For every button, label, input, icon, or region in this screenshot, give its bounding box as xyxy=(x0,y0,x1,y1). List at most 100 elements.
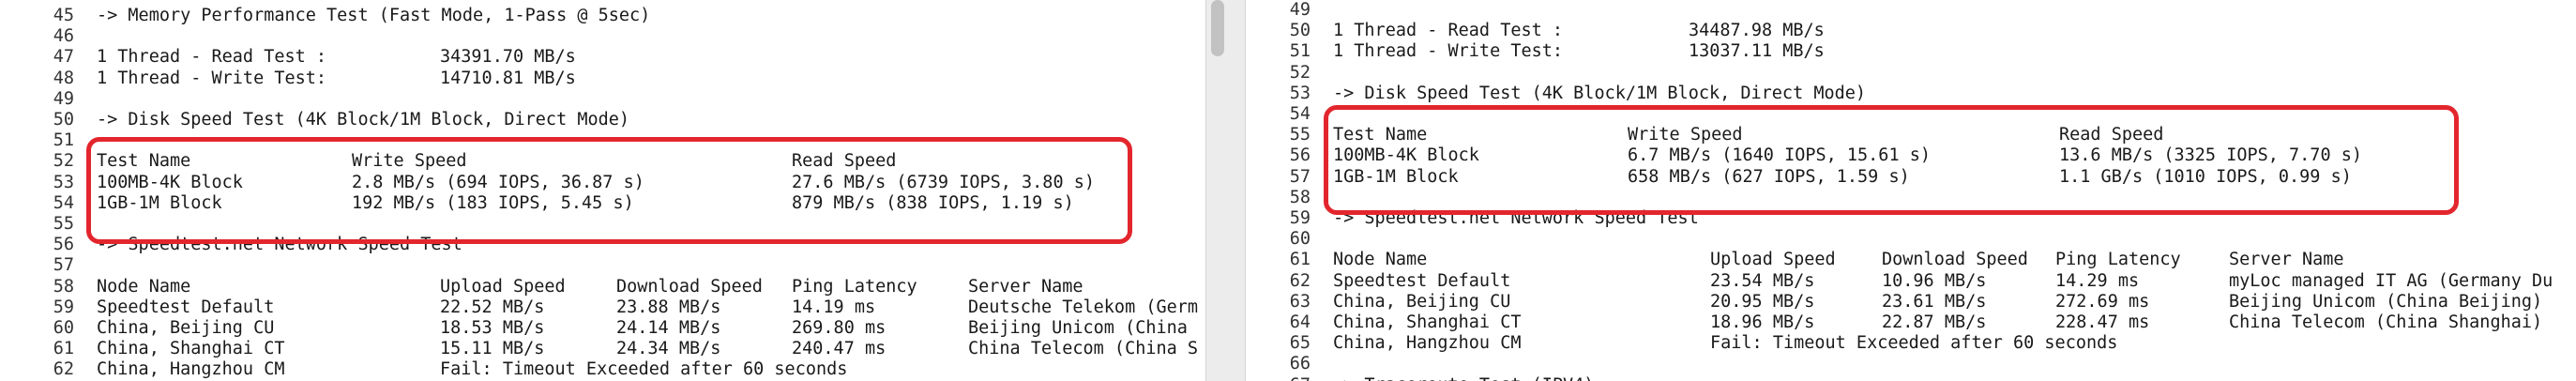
code-line: 66 xyxy=(1246,354,2576,374)
code-line: 51 xyxy=(0,130,1205,151)
code-cell: 6.7 MB/s (1640 IOPS, 15.61 s) xyxy=(1628,145,1932,166)
code-line: 62 China, Hangzhou CM Fail: Timeout Exceed… xyxy=(0,359,1205,380)
code-line: 45 -> Memory Performance Test (Fast Mode,… xyxy=(0,6,1205,26)
code-cell: 658 MB/s (627 IOPS, 1.59 s) xyxy=(1628,166,1910,187)
pane-divider[interactable] xyxy=(1205,0,1246,381)
line-number: 49 xyxy=(53,88,74,109)
code-cell: Node Name xyxy=(1333,250,1428,270)
code-line: 53 -> Disk Speed Test (4K Block/1M Block,… xyxy=(1246,84,2576,104)
code-cell: Test Name xyxy=(1333,125,1428,145)
line-number: 67 xyxy=(1246,375,1311,381)
line-number: 59 xyxy=(53,297,74,317)
line-number: 55 xyxy=(1289,125,1311,145)
line-number: 55 xyxy=(53,214,74,234)
code-line: 58 xyxy=(1246,188,2576,208)
code-line: 61 Node Name Upload Speed Download Speed Pin… xyxy=(1246,250,2576,270)
code-line: 47 1 Thread - Read Test : 34391.70 MB/s xyxy=(0,47,1205,68)
code-line: 56 100MB-4K Block 6.7 MB/s (1640 IOPS, 15.… xyxy=(1246,145,2576,166)
code-cell: 22.87 MB/s xyxy=(1882,312,1987,332)
code-cell: 18.96 MB/s xyxy=(1710,312,1815,332)
code-line: 62 Speedtest Default 23.54 MB/s 10.96 MB/s 1… xyxy=(1246,271,2576,292)
code-line: 54 xyxy=(1246,104,2576,125)
code-cell: China Telecom (China S xyxy=(968,339,1199,359)
code-cell: China, Hangzhou CM xyxy=(1333,333,1522,354)
line-number: 53 xyxy=(1289,83,1311,103)
right-editor-pane[interactable]: 49 50 1 Thread - Read Test :34487.98 MB/s 5… xyxy=(1246,0,2576,381)
code-cell: 228.47 ms xyxy=(2055,312,2150,332)
code-cell: 1 Thread - Write Test: xyxy=(97,68,327,88)
code-line: 51 1 Thread - Write Test: 13037.11 MB/s xyxy=(1246,41,2576,62)
line-number: 51 xyxy=(1289,41,1311,62)
code-line: 54 1GB-1M Block 192 MB/s (183 IOPS, 5.45 s… xyxy=(0,193,1205,214)
line-number: 60 xyxy=(53,318,74,338)
line-number: 56 xyxy=(53,235,74,255)
code-cell: 27.6 MB/s (6739 IOPS, 3.80 s) xyxy=(792,172,1096,192)
code-cell: 34487.98 MB/s xyxy=(1689,21,1825,41)
code-line: 53 100MB-4K Block 2.8 MB/s (694 IOPS, 36.8… xyxy=(0,173,1205,193)
code-cell: Upload Speed xyxy=(1710,250,1836,270)
code-cell: Server Name xyxy=(2229,250,2344,270)
code-cell: Beijing Unicom (China Beijing) xyxy=(2229,291,2543,312)
line-number: 58 xyxy=(1289,187,1311,207)
code-line: 57 1GB-1M Block 658 MB/s (627 IOPS, 1.59 s… xyxy=(1246,167,2576,188)
code-cell: China, Beijing CU xyxy=(97,318,275,338)
code-cell: 1 Thread - Write Test: xyxy=(1333,41,1564,62)
code-line: 52 xyxy=(1246,63,2576,84)
code-line: 49 xyxy=(0,89,1205,110)
code-cell: Deutsche Telekom (Germ xyxy=(968,297,1199,317)
code-line: 65 China, Hangzhou CM Fail: Timeout Exceed… xyxy=(1246,333,2576,354)
code-cell: 18.53 MB/s xyxy=(440,318,545,338)
code-cell: 1 Thread - Read Test : xyxy=(97,47,327,68)
code-cell: Fail: Timeout Exceeded after 60 seconds xyxy=(1710,333,2118,354)
code-cell: 272.69 ms xyxy=(2055,291,2150,312)
code-cell: -> Disk Speed Test (4K Block/1M Block, D… xyxy=(1333,83,1867,103)
scrollbar-thumb[interactable] xyxy=(1211,0,1224,56)
code-cell: Node Name xyxy=(97,276,191,297)
code-line: 64 China, Shanghai CT 18.96 MB/s 22.87 MB/s… xyxy=(1246,312,2576,333)
code-line: 46 xyxy=(0,26,1205,47)
code-line: 52 Test Name Write Speed Read Speed xyxy=(0,151,1205,172)
code-line: 59 Speedtest Default 22.52 MB/s 23.88 MB/s 1… xyxy=(0,297,1205,318)
left-editor-pane[interactable]: 45 -> Memory Performance Test (Fast Mode,… xyxy=(0,0,1205,381)
code-cell: 14.19 ms xyxy=(792,297,876,317)
code-cell: -> Memory Performance Test (Fast Mode, 1… xyxy=(97,6,651,25)
code-cell: Server Name xyxy=(968,276,1083,297)
code-cell: 23.54 MB/s xyxy=(1710,270,1815,291)
line-number: 50 xyxy=(53,110,74,130)
code-cell: Speedtest Default xyxy=(1333,270,1511,291)
code-cell: 240.47 ms xyxy=(792,339,886,359)
code-cell: Download Speed xyxy=(1882,250,2028,270)
code-cell: Read Speed xyxy=(792,151,897,172)
code-cell: 1.1 GB/s (1010 IOPS, 0.99 s) xyxy=(2059,166,2352,187)
code-cell: 22.52 MB/s xyxy=(440,297,545,317)
code-cell: Fail: Timeout Exceeded after 60 seconds xyxy=(440,359,848,380)
code-cell: 14710.81 MB/s xyxy=(440,68,576,88)
code-cell: 13.6 MB/s (3325 IOPS, 7.70 s) xyxy=(2059,145,2363,166)
code-line: 61 China, Shanghai CT 15.11 MB/s 24.34 MB/s… xyxy=(0,339,1205,359)
code-cell: China, Hangzhou CM xyxy=(97,359,285,380)
code-line: 55 xyxy=(0,214,1205,235)
code-cell: 24.14 MB/s xyxy=(616,318,721,338)
code-cell: China, Shanghai CT xyxy=(1333,312,1522,332)
code-cell: 1 Thread - Read Test : xyxy=(1333,21,1564,41)
code-cell: 13037.11 MB/s xyxy=(1689,41,1825,62)
line-number: 52 xyxy=(53,151,74,172)
code-cell: 100MB-4K Block xyxy=(1333,145,1479,166)
line-number: 62 xyxy=(53,359,74,380)
code-cell: Upload Speed xyxy=(440,276,566,297)
line-number: 60 xyxy=(1289,229,1311,250)
code-line: 59 -> Speedtest.net Network Speed Test xyxy=(1246,208,2576,229)
code-cell: 10.96 MB/s xyxy=(1882,270,1987,291)
line-number: 50 xyxy=(1289,21,1311,41)
code-cell: China, Beijing CU xyxy=(1333,291,1511,312)
code-cell: -> Speedtest.net Network Speed Test xyxy=(1333,208,1699,228)
code-cell: 2.8 MB/s (694 IOPS, 36.87 s) xyxy=(352,172,644,192)
code-cell: China, Shanghai CT xyxy=(97,339,285,359)
code-line: 60 xyxy=(1246,229,2576,250)
line-number: 57 xyxy=(1289,166,1311,187)
line-number: 62 xyxy=(1289,270,1311,291)
code-cell: Test Name xyxy=(97,151,191,172)
code-line: 58 Node Name Upload Speed Download Speed Pin… xyxy=(0,277,1205,297)
code-cell: Write Speed xyxy=(352,151,467,172)
code-cell: China Telecom (China Shanghai) xyxy=(2229,312,2543,332)
